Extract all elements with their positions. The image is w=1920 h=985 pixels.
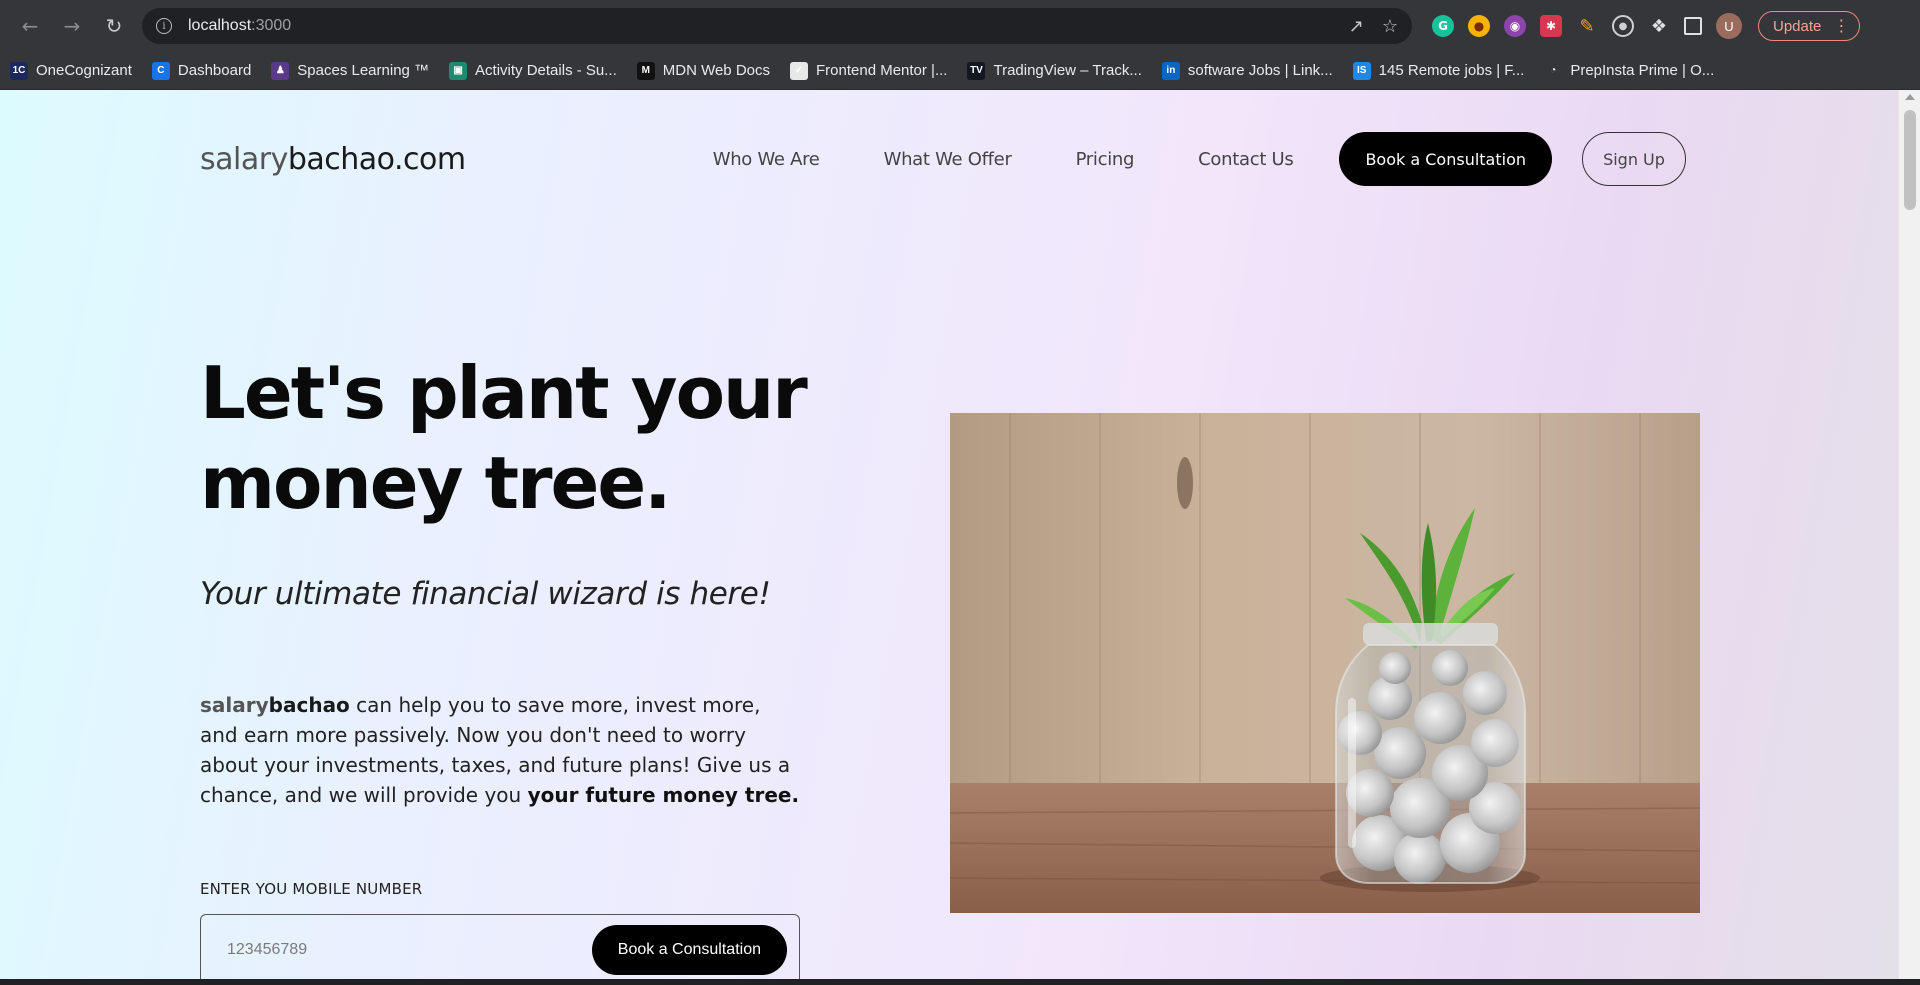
kebab-menu-icon[interactable]: ⋮ (1833, 16, 1849, 36)
bookmark-item[interactable]: ▣ Activity Details - Su... (449, 61, 617, 80)
logo-part-bachao: bachao.com (287, 141, 466, 177)
bookmark-label: Dashboard (177, 62, 252, 79)
bookmark-favicon-icon: M (636, 61, 655, 80)
forward-arrow-icon[interactable]: → (54, 8, 90, 44)
site-logo[interactable]: salarybachao.com (200, 142, 466, 177)
scrollbar-thumb[interactable] (1904, 110, 1916, 210)
bookmark-favicon-icon: ♟ (271, 61, 290, 80)
address-bar[interactable]: i localhost:3000 ↗ ☆ (142, 8, 1412, 44)
main-nav: Who We Are What We Offer Pricing Contact… (713, 132, 1686, 186)
bookmark-item[interactable]: in software Jobs | Link... (1161, 61, 1333, 80)
desc-brand-bachao: bachao (268, 693, 350, 717)
nav-who-we-are[interactable]: Who We Are (713, 149, 820, 170)
back-arrow-icon[interactable]: ← (12, 8, 48, 44)
extension-yellow-icon[interactable]: ● (1468, 15, 1490, 37)
bookmark-item[interactable]: IS 145 Remote jobs | F... (1352, 61, 1525, 80)
hero-title-line-2: money tree. (200, 441, 672, 525)
hero-description: salarybachao can help you to save more, … (200, 690, 800, 810)
scroll-up-arrow-icon[interactable] (1905, 94, 1915, 100)
bookmark-label: Frontend Mentor |... (816, 62, 948, 79)
url-port: :3000 (251, 17, 292, 34)
reload-icon[interactable]: ↻ (96, 8, 132, 44)
bookmark-favicon-icon: ✓ (790, 61, 808, 80)
bookmark-label: Spaces Learning ™ (297, 62, 430, 79)
site-info-icon[interactable]: i (156, 18, 172, 34)
bookmark-item[interactable]: M MDN Web Docs (636, 61, 770, 80)
hero-content: Let's plant your money tree. Your ultima… (200, 348, 820, 979)
bookmark-favicon-icon: C (151, 61, 170, 80)
bookmark-label: 145 Remote jobs | F... (1378, 62, 1525, 79)
nav-pricing[interactable]: Pricing (1076, 149, 1135, 170)
sign-up-button[interactable]: Sign Up (1582, 132, 1686, 186)
mobile-number-label: ENTER YOU MOBILE NUMBER (200, 880, 423, 898)
browser-toolbar: ← → ↻ i localhost:3000 ↗ ☆ G ● ◉ ✱ ✎ ● ❖… (0, 0, 1920, 52)
desc-strong: your future money tree. (527, 783, 800, 807)
extension-red-icon[interactable]: ✱ (1540, 15, 1562, 37)
hero-subtitle: Your ultimate financial wizard is here! (200, 576, 771, 612)
extension-target-icon[interactable]: ● (1612, 15, 1634, 37)
grammarly-extension-icon[interactable]: G (1432, 15, 1454, 37)
bookmark-label: Activity Details - Su... (475, 62, 617, 79)
bookmarks-bar: 1C OneCognizant C Dashboard ♟ Spaces Learning… (0, 52, 1920, 90)
bookmark-favicon-icon: ▣ (449, 61, 468, 80)
bookmark-item[interactable]: 1C OneCognizant (10, 61, 132, 80)
browser-update-button[interactable]: Update ⋮ (1758, 11, 1861, 41)
bookmark-item[interactable]: ♟ Spaces Learning ™ (271, 61, 430, 80)
bookmark-label: software Jobs | Link... (1187, 62, 1333, 79)
mobile-book-consultation-button[interactable]: Book a Consultation (591, 925, 787, 975)
mobile-number-input[interactable] (227, 941, 592, 959)
bookmark-item[interactable]: ✓ Frontend Mentor |... (790, 61, 948, 80)
bookmark-item[interactable]: TV TradingView – Track... (967, 61, 1142, 80)
color-picker-extension-icon[interactable]: ✎ (1576, 15, 1598, 37)
page-scrollbar[interactable] (1898, 90, 1920, 979)
bookmark-favicon-icon: 1C (10, 61, 28, 80)
desc-brand-salary: salary (200, 693, 269, 717)
logo-part-salary: salary (200, 141, 288, 177)
site-header: salarybachao.com Who We Are What We Offe… (200, 132, 1686, 186)
bookmark-label: MDN Web Docs (662, 62, 770, 79)
bookmark-favicon-icon: ◔ (1544, 61, 1563, 80)
nav-contact-us[interactable]: Contact Us (1198, 149, 1294, 170)
profile-avatar[interactable]: U (1716, 13, 1742, 39)
bookmark-favicon-icon: IS (1352, 61, 1371, 80)
update-label: Update (1773, 17, 1822, 35)
landing-page: salarybachao.com Who We Are What We Offe… (0, 90, 1898, 979)
share-icon[interactable]: ↗ (1349, 16, 1364, 37)
bookmark-item[interactable]: C Dashboard (151, 61, 252, 80)
bookmark-label: TradingView – Track... (993, 62, 1142, 79)
bookmark-favicon-icon: in (1161, 61, 1180, 80)
hero-title-line-1: Let's plant your (200, 351, 808, 435)
page-viewport: salarybachao.com Who We Are What We Offe… (0, 90, 1920, 979)
extension-purple-icon[interactable]: ◉ (1504, 15, 1526, 37)
mobile-number-form: Book a Consultation (200, 914, 800, 979)
url-host: localhost (188, 17, 252, 34)
bookmark-label: PrepInsta Prime | O... (1570, 62, 1715, 79)
book-consultation-button[interactable]: Book a Consultation (1339, 132, 1552, 186)
hero-title: Let's plant your money tree. (200, 348, 820, 528)
bookmark-item[interactable]: ◔ PrepInsta Prime | O... (1544, 61, 1715, 80)
side-panel-icon[interactable] (1684, 17, 1702, 35)
money-jar-plant-image (950, 413, 1700, 913)
bookmark-star-icon[interactable]: ☆ (1382, 16, 1398, 37)
bookmark-favicon-icon: TV (967, 61, 986, 80)
extensions-puzzle-icon[interactable]: ❖ (1648, 15, 1670, 37)
bookmark-label: OneCognizant (36, 62, 132, 79)
nav-what-we-offer[interactable]: What We Offer (884, 149, 1012, 170)
